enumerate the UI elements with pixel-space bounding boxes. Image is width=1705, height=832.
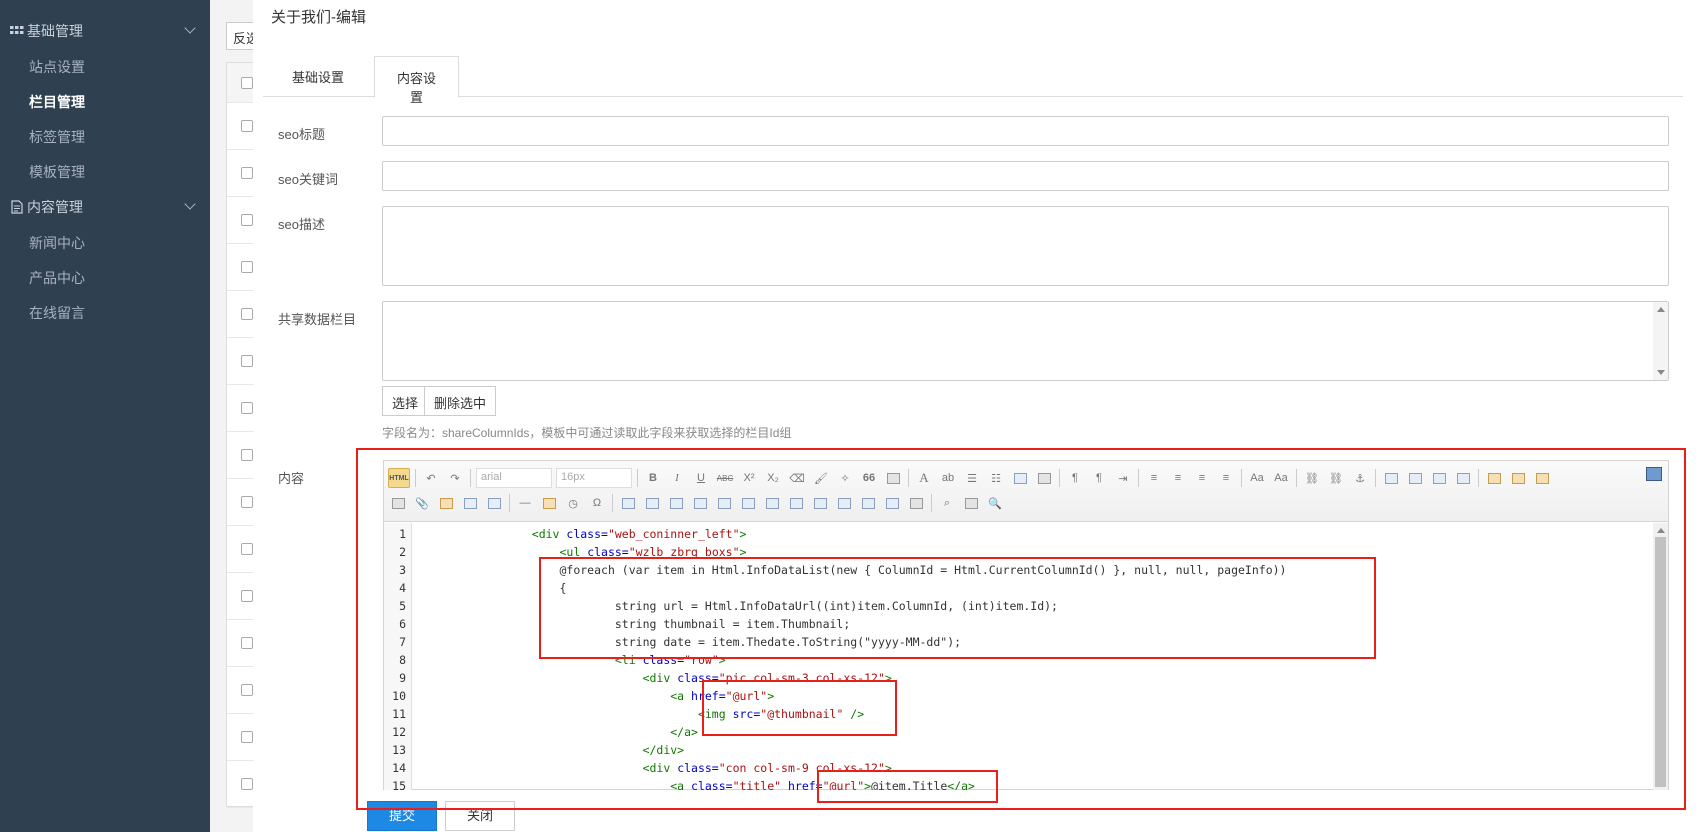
checkbox[interactable] (241, 76, 253, 89)
scrollbar[interactable] (1653, 302, 1668, 380)
field-hint: 字段名为：shareColumnIds，模板中可通过读取此字段来获取选择的栏目I… (382, 426, 792, 440)
checkbox[interactable] (241, 731, 253, 743)
annotation-box-img (702, 680, 897, 736)
sidebar-item-tags[interactable]: 标签管理 (0, 119, 210, 154)
checkbox[interactable] (241, 355, 253, 367)
tab-content-settings[interactable]: 内容设置 (374, 56, 459, 105)
checkbox[interactable] (241, 120, 253, 132)
seo-title-input[interactable] (382, 116, 1669, 146)
checkbox[interactable] (241, 214, 253, 226)
checkbox[interactable] (241, 778, 253, 790)
select-button[interactable]: 选择 (382, 386, 429, 416)
tab-bar: 基础设置 内容设置 (263, 56, 1683, 105)
sidebar-item-templates[interactable]: 模板管理 (0, 154, 210, 189)
checkbox[interactable] (241, 308, 253, 320)
seo-description-label: seo描述 (278, 217, 325, 232)
sidebar: 基础管理 站点设置 栏目管理 标签管理 模板管理 内容管理 新闻中心 产品中心 … (0, 0, 210, 832)
checkbox[interactable] (241, 637, 253, 649)
checkbox[interactable] (241, 167, 253, 179)
sidebar-group-basic[interactable]: 基础管理 (0, 13, 210, 49)
shared-columns-label: 共享数据栏目 (278, 312, 357, 327)
sidebar-group-label: 内容管理 (27, 199, 83, 215)
seo-description-textarea[interactable] (382, 206, 1669, 286)
seo-keywords-input[interactable] (382, 161, 1669, 191)
checkbox[interactable] (241, 402, 253, 414)
sidebar-item-messages[interactable]: 在线留言 (0, 295, 210, 330)
scroll-up-icon (1657, 307, 1665, 312)
document-icon (10, 200, 24, 214)
scroll-down-icon (1657, 370, 1665, 375)
annotation-box-title (817, 770, 998, 803)
sidebar-item-columns[interactable]: 栏目管理 (0, 84, 210, 119)
sidebar-item-products[interactable]: 产品中心 (0, 260, 210, 295)
delete-selected-button[interactable]: 删除选中 (424, 386, 497, 416)
seo-keywords-label: seo关键词 (278, 172, 338, 187)
sidebar-item-news[interactable]: 新闻中心 (0, 225, 210, 260)
checkbox[interactable] (241, 449, 253, 461)
chevron-down-icon (184, 22, 196, 34)
shared-columns-list[interactable] (382, 301, 1669, 381)
seo-title-label: seo标题 (278, 127, 325, 142)
annotation-box-foreach (539, 557, 1376, 659)
sidebar-group-content[interactable]: 内容管理 (0, 189, 210, 225)
sidebar-group-label: 基础管理 (27, 23, 83, 39)
content-label: 内容 (278, 471, 305, 486)
grid-icon (10, 24, 24, 38)
checkbox[interactable] (241, 261, 253, 273)
checkbox[interactable] (241, 684, 253, 696)
tab-basic-settings[interactable]: 基础设置 (263, 56, 373, 97)
checkbox[interactable] (241, 496, 253, 508)
chevron-down-icon (184, 198, 196, 210)
checkbox[interactable] (241, 590, 253, 602)
checkbox[interactable] (241, 543, 253, 555)
modal-title: 关于我们-编辑 (271, 9, 366, 26)
sidebar-item-site-settings[interactable]: 站点设置 (0, 49, 210, 84)
